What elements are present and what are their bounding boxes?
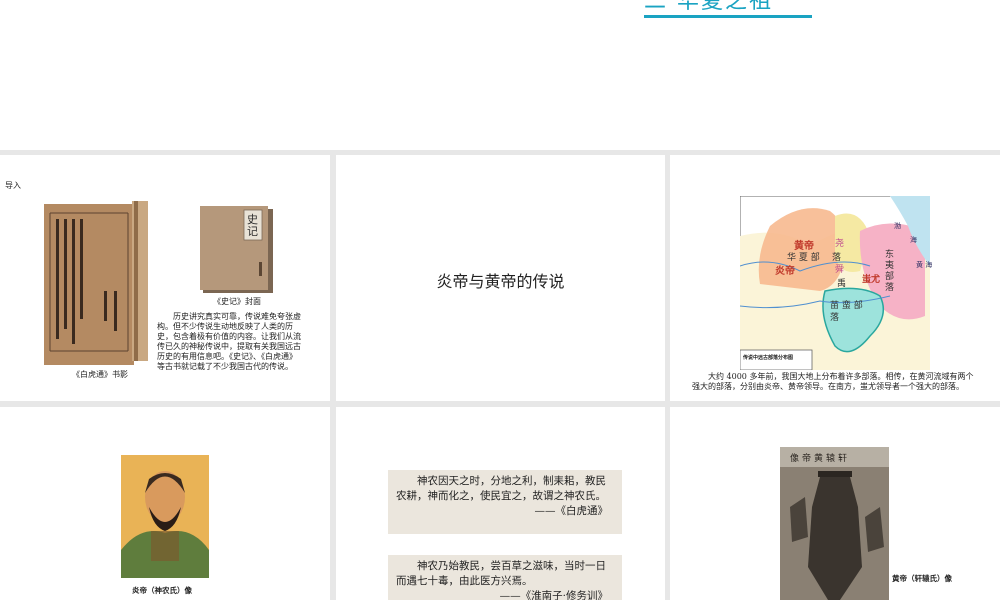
map-label-bohai: 渤 xyxy=(894,222,901,230)
map-label-chiyou: 蚩尤 xyxy=(862,275,881,285)
map-caption: 大约 4000 多年前，我国大地上分布着许多部落。相传，在黄河流域有两个强大的部… xyxy=(692,372,974,391)
map-label-dongyi: 东 夷 部 落 xyxy=(885,250,895,293)
map-label-miaoman: 苗 蛮 部 落 xyxy=(830,301,863,323)
slide-label: 导入 xyxy=(5,181,21,190)
rubbing-banner-text: 轩辕黄帝像 xyxy=(790,454,851,464)
quote2-text: 神农乃始教民，尝百草之滋味，当时一日而遇七十毒，由此医方兴焉。 xyxy=(396,560,606,587)
quote1-source: ——《白虎通》 xyxy=(534,505,609,517)
book-image-shiji xyxy=(200,206,273,293)
slide-thumbnail-2[interactable]: 炎帝与黄帝的传说 xyxy=(336,155,665,401)
book2-caption: 《史记》封面 xyxy=(213,297,261,306)
map-label-shun: 舜 xyxy=(835,265,845,275)
map-label-yandi: 炎帝 xyxy=(775,266,795,277)
map-label-yu: 禹 xyxy=(837,279,847,289)
shiji-title-text: 史记 xyxy=(247,213,258,238)
quote1-text: 神农因天之时，分地之利，制耒耜，教民农耕，神而化之，使民宜之，故谓之神农氏。 xyxy=(396,475,606,502)
huangdi-caption: 黄帝（轩辕氏）像 xyxy=(892,574,952,583)
slide-thumbnail-3[interactable]: 黄帝 炎帝 华 夏 部 尧 舜 落 禹 蚩尤 东 夷 部 落 苗 蛮 部 落 渤… xyxy=(670,155,1000,401)
quote2-source: ——《淮南子·修务训》 xyxy=(499,590,608,600)
map-label-huanghai: 黄 海 xyxy=(916,261,933,269)
slide-thumbnail-4[interactable]: 炎帝（神农氏）像 xyxy=(0,407,330,600)
huangdi-rubbing xyxy=(780,447,889,600)
map-label-yao: 尧 xyxy=(835,239,845,249)
tribe-distribution-map xyxy=(740,196,930,370)
cut-title-text: 二 华夏之祖 xyxy=(644,0,773,14)
yandi-portrait xyxy=(121,455,209,578)
book1-caption: 《白虎通》书影 xyxy=(72,370,128,379)
slide-thumbnail-1[interactable]: 导入 《白虎通》书影 史记 《史记》封面 历史讲究真实可靠，传说难免夸张虚构。但… xyxy=(0,155,330,401)
map-label-luo: 落 xyxy=(832,253,842,263)
quote-box-1: 神农因天之时，分地之利，制耒耜，教民农耕，神而化之，使民宜之，故谓之神农氏。 —… xyxy=(388,470,622,534)
yandi-caption: 炎帝（神农氏）像 xyxy=(132,586,192,595)
title-underline xyxy=(644,15,812,18)
map-label-hai: 海 xyxy=(910,236,917,244)
slide-thumbnail-6[interactable]: 轩辕黄帝像 黄帝（轩辕氏）像 xyxy=(670,407,1000,600)
cut-off-title: 二 华夏之祖 xyxy=(644,0,812,18)
slide-thumbnail-5[interactable]: 神农因天之时，分地之利，制耒耜，教民农耕，神而化之，使民宜之，故谓之神农氏。 —… xyxy=(336,407,665,600)
quote-box-2: 神农乃始教民，尝百草之滋味，当时一日而遇七十毒，由此医方兴焉。 ——《淮南子·修… xyxy=(388,555,622,600)
intro-paragraph: 历史讲究真实可靠，传说难免夸张虚构。但不少传说生动地反映了人类的历史，包含着极有… xyxy=(157,312,301,371)
map-label-huaxia: 华 夏 部 xyxy=(787,253,820,263)
book-image-baihutong xyxy=(44,201,148,365)
previous-slide-bottom: 二 华夏之祖 xyxy=(0,0,1000,150)
map-legend-text: 传说中远古部落分布图 xyxy=(743,355,794,361)
slide-title: 炎帝与黄帝的传说 xyxy=(436,272,565,291)
